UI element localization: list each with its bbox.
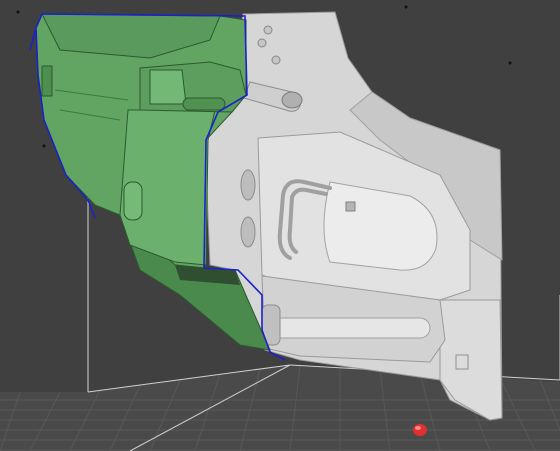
viewport-scene[interactable]: [0, 0, 560, 451]
pivot-marker[interactable]: [413, 424, 427, 436]
3d-viewport[interactable]: [0, 0, 560, 451]
